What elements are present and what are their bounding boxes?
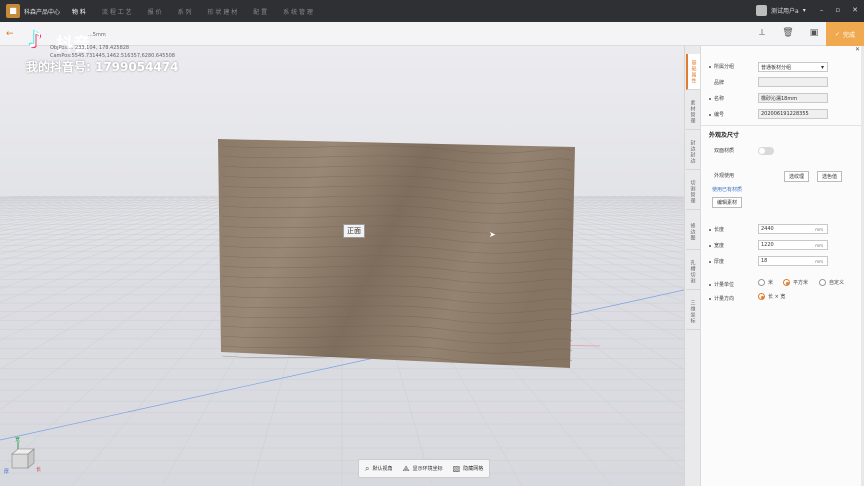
avatar: [756, 5, 767, 16]
axis-label-x: 长: [36, 467, 42, 473]
coordinate-readout: ...5mm ObjPos:... 233,104, 178.425828 Ca…: [50, 32, 175, 59]
panel-collapse-icon[interactable]: ✕: [855, 46, 860, 53]
arrow-left-icon[interactable]: ←: [6, 29, 14, 39]
tiktok-account-id: 我的抖音号: 1799054474: [26, 60, 179, 74]
unit-radio-square-meter[interactable]: 平方米: [783, 279, 808, 286]
side-tab-0[interactable]: 基础属性: [686, 54, 700, 90]
side-tab-5[interactable]: 孔槽切割: [686, 254, 700, 290]
delete-icon[interactable]: 🗑: [782, 27, 794, 39]
user-info[interactable]: 测试用户a ▾: [756, 5, 806, 16]
side-tabs: 基础属性素材管理封边封边切割管理修边图孔槽切割三维坐标: [684, 46, 700, 486]
close-icon[interactable]: ✕: [852, 6, 858, 14]
double-side-toggle[interactable]: [758, 147, 774, 155]
category-select[interactable]: 普通板材分组: [758, 62, 828, 72]
width-input[interactable]: 1220 mm: [758, 240, 828, 250]
3d-viewport[interactable]: 正面 ➤ 宽 长 厚 ⌕ 默认视角 ⟁ 显示环境坐标 ▧ 隐藏网格: [0, 46, 684, 486]
app-name: 科森产品中心: [24, 9, 61, 16]
choose-texture-button[interactable]: 选纹理: [784, 171, 810, 182]
thickness-input[interactable]: 18 mm: [758, 256, 828, 266]
axis-gizmo[interactable]: 宽 长 厚: [4, 437, 41, 476]
default-view-button[interactable]: ⌕ 默认视角: [365, 464, 393, 474]
maximize-icon[interactable]: ▫: [835, 6, 840, 14]
choose-color-button[interactable]: 选色值: [817, 171, 843, 182]
menu-item-4[interactable]: 形 状 建 材: [208, 7, 238, 16]
mouse-cursor-icon: ➤: [489, 230, 496, 239]
title-bar: ■ 科森产品中心 物 料 流 程 工 艺 报 价 系 列 形 状 建 材 配 置 系 统 管…: [0, 0, 864, 22]
section-size-title: 外观及尺寸: [709, 132, 740, 139]
menu-item-3[interactable]: 系 列: [178, 7, 192, 16]
use-existing-material-link[interactable]: 使用已有材质: [712, 186, 742, 193]
unit-radio-meter[interactable]: 米: [758, 279, 773, 286]
toolbar-actions: ⟂ 🗑 ▣: [756, 27, 820, 39]
front-face-label: 正面: [343, 224, 365, 238]
save-icon[interactable]: ▣: [808, 27, 820, 39]
name-field[interactable]: 橡砂沁濡18mm: [758, 93, 828, 103]
chevron-down-icon: ▾: [802, 7, 806, 14]
direction-radio-length-width[interactable]: 长 × 宽: [758, 293, 785, 300]
axes-icon: ⟁: [402, 463, 410, 473]
pin-icon[interactable]: ⟂: [756, 27, 768, 39]
cam-pos: CamPos:5545.731445,1462.516357,6280.6455…: [50, 53, 175, 59]
window-controls: – ▫ ✕: [820, 6, 858, 14]
check-icon: ✓: [834, 30, 840, 38]
user-name: 测试用户a: [771, 8, 799, 15]
length-input[interactable]: 2440 mm: [758, 224, 828, 234]
wood-board[interactable]: [0, 46, 684, 486]
grid-off-icon: ▧: [452, 464, 461, 473]
axis-label-z: 厚: [4, 469, 10, 475]
menu-item-1[interactable]: 流 程 工 艺: [102, 7, 132, 16]
show-env-coords-button[interactable]: ⟁ 显示环境坐标: [403, 464, 443, 474]
toolbar: ← ⟂ 🗑 ▣ ✓ 完成: [0, 22, 864, 46]
menu-item-6[interactable]: 系 统 管 理: [283, 7, 313, 16]
hide-grid-button[interactable]: ▧ 隐藏网格: [453, 464, 484, 473]
menu-item-2[interactable]: 报 价: [148, 7, 162, 16]
code-field[interactable]: 202006191228355: [758, 109, 828, 119]
side-tab-3[interactable]: 切割管理: [686, 174, 700, 210]
camera-icon: ⌕: [365, 463, 370, 473]
tiktok-logo-icon: ♪: [28, 28, 43, 53]
axis-label-y: 宽: [15, 437, 21, 443]
menu-item-0[interactable]: 物 料: [72, 7, 86, 16]
brand-field[interactable]: [758, 77, 828, 87]
main-menu: 物 料流 程 工 艺报 价系 列形 状 建 材配 置系 统 管 理: [72, 7, 313, 16]
minimize-icon[interactable]: –: [820, 6, 824, 14]
edit-material-button[interactable]: 编辑素材: [712, 197, 743, 208]
side-tab-6[interactable]: 三维坐标: [686, 294, 700, 330]
obj-pos: ObjPos:... 233,104, 178.425828: [50, 45, 130, 51]
view-options-bar: ⌕ 默认视角 ⟁ 显示环境坐标 ▧ 隐藏网格: [358, 459, 491, 478]
properties-panel: ✕ 所属分组 普通板材分组 品牌 名称 橡砂沁濡18mm 编号 20200619…: [700, 46, 864, 486]
app-logo-icon: ■: [6, 4, 20, 18]
unit-radio-custom[interactable]: 自定义: [819, 279, 844, 286]
side-tab-2[interactable]: 封边封边: [686, 134, 700, 170]
side-tab-1[interactable]: 素材管理: [686, 94, 700, 130]
done-button[interactable]: ✓ 完成: [826, 22, 864, 46]
side-tab-4[interactable]: 修边图: [686, 214, 700, 250]
menu-item-5[interactable]: 配 置: [253, 7, 267, 16]
